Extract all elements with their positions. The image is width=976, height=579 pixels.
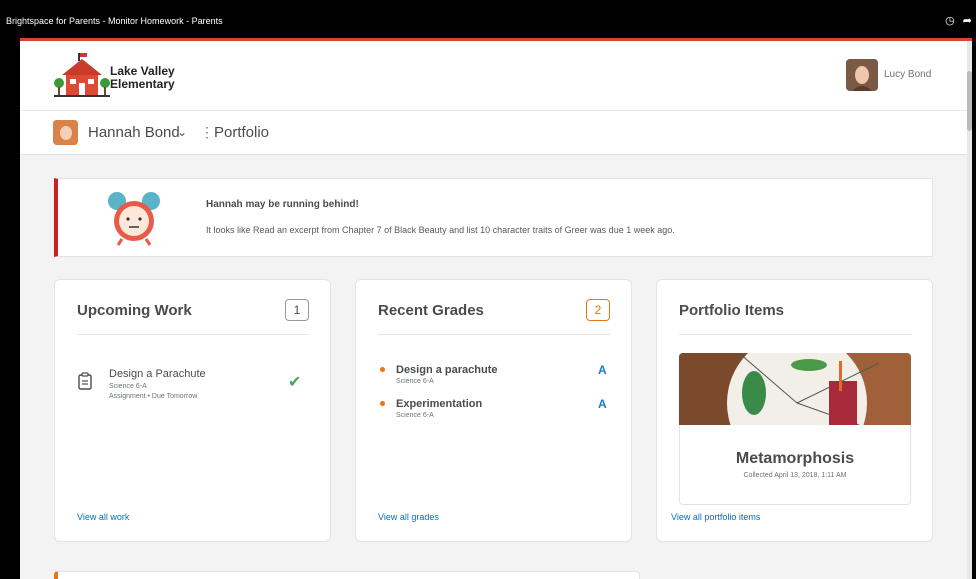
grade-item[interactable]: Experimentation Science 6-A A — [378, 397, 618, 432]
clock-icon[interactable]: ◷ — [945, 14, 955, 27]
portfolio-items-card: Portfolio Items Metamorphosis Collected … — [656, 279, 933, 542]
view-all-grades-link[interactable]: View all grades — [378, 512, 439, 522]
divider — [679, 334, 911, 335]
window-title: Brightspace for Parents - Monitor Homewo… — [6, 16, 223, 26]
user-name[interactable]: Lucy Bond — [884, 69, 931, 80]
bullet-icon — [380, 401, 385, 406]
checkmark-icon: ✔ — [288, 374, 302, 391]
grade-value: A — [598, 397, 607, 411]
site-header: Lake Valley Elementary Lucy Bond — [20, 41, 967, 111]
grade-item[interactable]: Design a parachute Science 6-A A — [378, 363, 618, 398]
alert-title: Hannah may be running behind! — [206, 199, 359, 210]
grade-item-course: Science 6-A — [396, 378, 434, 385]
portfolio-item-date: Collected April 13, 2018, 1:11 AM — [743, 472, 847, 479]
child-avatar[interactable] — [53, 120, 78, 145]
grade-item-title[interactable]: Design a parachute — [396, 364, 497, 376]
count-badge: 2 — [586, 299, 610, 321]
card-title: Upcoming Work — [77, 302, 192, 319]
portfolio-item-title[interactable]: Metamorphosis — [679, 450, 911, 468]
scrollbar-thumb[interactable] — [967, 71, 972, 131]
separator-dots-icon: ⋮ — [200, 124, 214, 140]
bullet-icon — [380, 367, 385, 372]
card-title: Recent Grades — [378, 302, 484, 319]
grade-item-course: Science 6-A — [396, 412, 434, 419]
assignment-icon — [78, 372, 92, 390]
work-item-title[interactable]: Design a Parachute — [109, 368, 206, 380]
card-title: Portfolio Items — [679, 302, 785, 319]
school-logo[interactable] — [54, 51, 110, 101]
view-all-portfolio-link[interactable]: View all portfolio items — [671, 512, 760, 522]
nav-portfolio[interactable]: Portfolio — [214, 124, 269, 141]
view-all-work-link[interactable]: View all work — [77, 512, 129, 522]
work-item-detail: Assignment • Due Tomorrow — [109, 393, 198, 400]
grade-item-title[interactable]: Experimentation — [396, 398, 482, 410]
upcoming-work-card: Upcoming Work 1 Design a Parachute Scien… — [54, 279, 331, 542]
grade-value: A — [598, 363, 607, 377]
user-avatar[interactable] — [846, 59, 878, 91]
divider — [378, 334, 610, 335]
count-badge: 1 — [285, 299, 309, 321]
portfolio-thumbnail[interactable] — [679, 353, 911, 425]
behind-alert: Hannah may be running behind! It looks l… — [54, 178, 933, 257]
school-name: Lake Valley Elementary — [110, 65, 175, 91]
child-selector[interactable]: Hannah Bond — [88, 124, 180, 141]
recent-grades-card: Recent Grades 2 Design a parachute Scien… — [355, 279, 632, 542]
partial-card — [54, 571, 640, 579]
chevron-down-icon[interactable]: ⌄ — [177, 125, 187, 139]
share-icon[interactable]: ➦ — [963, 14, 972, 27]
app-viewport: Lake Valley Elementary Lucy Bond Hannah … — [20, 41, 972, 579]
divider — [77, 334, 309, 335]
alarm-clock-icon — [108, 192, 160, 246]
alert-message: It looks like Read an excerpt from Chapt… — [206, 225, 675, 235]
child-navbar: Hannah Bond ⌄ ⋮ Portfolio — [20, 111, 967, 155]
window-titlebar: Brightspace for Parents - Monitor Homewo… — [0, 0, 976, 38]
page-scrollbar[interactable] — [967, 41, 972, 579]
school-name-line2: Elementary — [110, 77, 175, 91]
work-item-course: Science 6-A — [109, 383, 147, 390]
